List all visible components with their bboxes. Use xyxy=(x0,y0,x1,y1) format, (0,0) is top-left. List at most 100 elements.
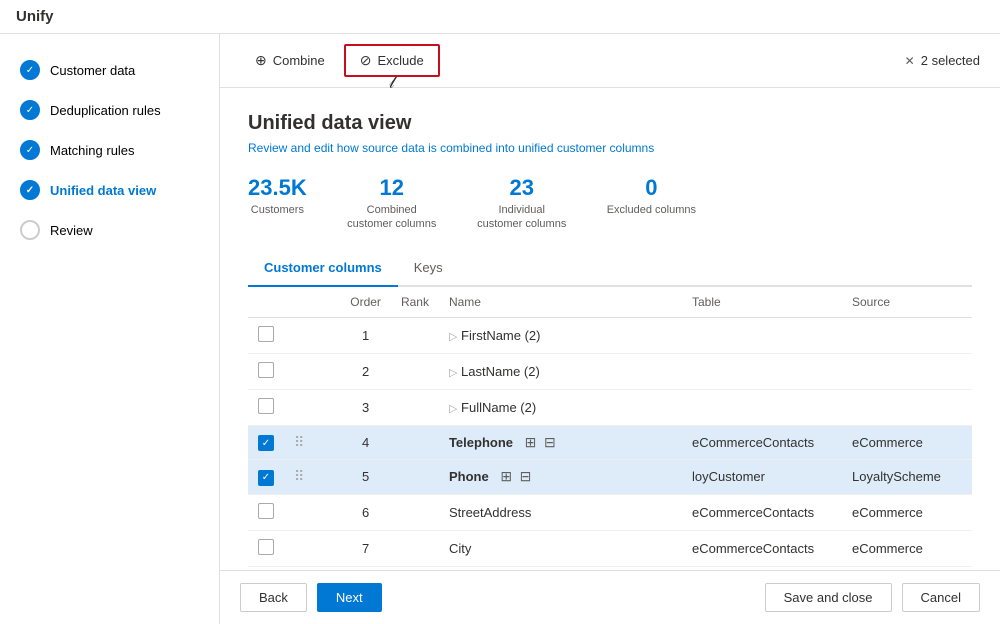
sidebar-item-unified-data-view[interactable]: ✓ Unified data view xyxy=(0,170,219,210)
th-table: Table xyxy=(682,287,842,318)
th-order: Order xyxy=(340,287,391,318)
row-checkbox-5[interactable]: ✓ xyxy=(248,460,284,495)
stat-combined-columns: 12 Combined customer columns xyxy=(347,175,437,232)
sidebar: ✓ Customer data ✓ Deduplication rules ✓ … xyxy=(0,34,220,624)
table-row[interactable]: 7 City eCommerceContacts eCommerce xyxy=(248,530,972,566)
row-table-5: loyCustomer xyxy=(682,460,842,495)
stat-combined-label: Combined customer columns xyxy=(347,203,437,232)
th-drag xyxy=(284,287,340,318)
name-text-3: FullName (2) xyxy=(461,400,536,415)
name-text-2: LastName (2) xyxy=(461,364,540,379)
exclude-button[interactable]: ⊘ Exclude 𝓁 xyxy=(344,44,440,77)
th-source: Source xyxy=(842,287,972,318)
row-drag-2 xyxy=(284,353,340,389)
expand-icon-1[interactable]: ▷ xyxy=(449,331,457,343)
row-rank-7 xyxy=(391,530,439,566)
stat-excluded-columns: 0 Excluded columns xyxy=(607,175,696,232)
checkbox-icon-2 xyxy=(258,362,274,378)
row-name-2: ▷ LastName (2) xyxy=(439,353,682,389)
row-table-4: eCommerceContacts xyxy=(682,425,842,460)
combine-button[interactable]: ⊕ Combine xyxy=(240,45,340,76)
row-table-7: eCommerceContacts xyxy=(682,530,842,566)
row-order-5: 5 xyxy=(340,460,391,495)
sidebar-item-review[interactable]: Review xyxy=(0,210,219,250)
stat-customers-label: Customers xyxy=(248,203,307,217)
name-text-5: Phone xyxy=(449,469,489,484)
checkbox-icon-1 xyxy=(258,326,274,342)
drag-handle-icon-5[interactable]: ⠿ xyxy=(294,468,304,484)
table-row[interactable]: 6 StreetAddress eCommerceContacts eComme… xyxy=(248,494,972,530)
row-name-6: StreetAddress xyxy=(439,494,682,530)
name-text-1: FirstName (2) xyxy=(461,328,540,343)
expand-icon-3[interactable]: ▷ xyxy=(449,403,457,415)
table-row[interactable]: 1 ▷ FirstName (2) xyxy=(248,317,972,353)
combine-icon: ⊕ xyxy=(255,52,267,69)
row-table-6: eCommerceContacts xyxy=(682,494,842,530)
sidebar-item-label-customer-data: Customer data xyxy=(50,63,135,78)
row-checkbox-1[interactable] xyxy=(248,317,284,353)
footer: Back Next Save and close Cancel xyxy=(220,570,1000,624)
sidebar-item-customer-data[interactable]: ✓ Customer data xyxy=(0,50,219,90)
row-order-1: 1 xyxy=(340,317,391,353)
row-source-2 xyxy=(842,353,972,389)
row-name-1: ▷ FirstName (2) xyxy=(439,317,682,353)
row-rank-3 xyxy=(391,389,439,425)
stat-individual-columns: 23 Individual customer columns xyxy=(477,175,567,232)
selected-count-label: 2 selected xyxy=(921,53,980,68)
row-name-3: ▷ FullName (2) xyxy=(439,389,682,425)
row-source-7: eCommerce xyxy=(842,530,972,566)
checkbox-icon-7 xyxy=(258,539,274,555)
row-checkbox-6[interactable] xyxy=(248,494,284,530)
data-table: Order Rank Name Table Source 1 xyxy=(248,287,972,570)
stat-excluded-value: 0 xyxy=(607,175,696,201)
tab-keys[interactable]: Keys xyxy=(398,252,459,287)
name-text-4: Telephone xyxy=(449,435,513,450)
row-drag-7 xyxy=(284,530,340,566)
combine-label: Combine xyxy=(273,53,325,68)
drag-handle-icon-4[interactable]: ⠿ xyxy=(294,434,304,450)
back-button[interactable]: Back xyxy=(240,583,307,612)
row-source-5: LoyaltyScheme xyxy=(842,460,972,495)
close-icon[interactable]: ✕ xyxy=(905,54,915,68)
save-and-close-button[interactable]: Save and close xyxy=(765,583,892,612)
checkbox-icon-5: ✓ xyxy=(258,470,274,486)
table-row[interactable]: ✓ ⠿ 4 Telephone ⊞ ⊟ eCommerceContacts eC… xyxy=(248,425,972,460)
cancel-button[interactable]: Cancel xyxy=(902,583,980,612)
toolbar: ⊕ Combine ⊘ Exclude 𝓁 ✕ 2 selected xyxy=(220,34,1000,88)
row-drag-4: ⠿ xyxy=(284,425,340,460)
sidebar-item-icon-review xyxy=(20,220,40,240)
table-row[interactable]: 3 ▷ FullName (2) xyxy=(248,389,972,425)
sidebar-item-label-deduplication: Deduplication rules xyxy=(50,103,161,118)
next-button[interactable]: Next xyxy=(317,583,382,612)
sidebar-item-icon-deduplication: ✓ xyxy=(20,100,40,120)
row-checkbox-4[interactable]: ✓ xyxy=(248,425,284,460)
row-checkbox-3[interactable] xyxy=(248,389,284,425)
row-order-7: 7 xyxy=(340,530,391,566)
row-order-3: 3 xyxy=(340,389,391,425)
row-rank-2 xyxy=(391,353,439,389)
stats-row: 23.5K Customers 12 Combined customer col… xyxy=(248,175,972,232)
row-checkbox-7[interactable] xyxy=(248,530,284,566)
sidebar-item-label-unified: Unified data view xyxy=(50,183,156,198)
sidebar-item-deduplication-rules[interactable]: ✓ Deduplication rules xyxy=(0,90,219,130)
row-checkbox-2[interactable] xyxy=(248,353,284,389)
table-row[interactable]: ✓ ⠿ 5 Phone ⊞ ⊟ loyCustomer LoyaltySchem… xyxy=(248,460,972,495)
sidebar-item-matching-rules[interactable]: ✓ Matching rules xyxy=(0,130,219,170)
stat-individual-value: 23 xyxy=(477,175,567,201)
sidebar-item-icon-unified: ✓ xyxy=(20,180,40,200)
row-table-3 xyxy=(682,389,842,425)
stat-combined-value: 12 xyxy=(347,175,437,201)
checkbox-icon-3 xyxy=(258,398,274,414)
row-rank-1 xyxy=(391,317,439,353)
row-drag-5: ⠿ xyxy=(284,460,340,495)
expand-icon-2[interactable]: ▷ xyxy=(449,367,457,379)
row-order-4: 4 xyxy=(340,425,391,460)
row-table-1 xyxy=(682,317,842,353)
checkbox-icon-6 xyxy=(258,503,274,519)
top-bar: Unify xyxy=(0,0,1000,34)
table-row[interactable]: 2 ▷ LastName (2) xyxy=(248,353,972,389)
table-icon-4: ⊞ xyxy=(525,434,537,450)
tab-customer-columns[interactable]: Customer columns xyxy=(248,252,398,287)
row-rank-5 xyxy=(391,460,439,495)
stat-customers-value: 23.5K xyxy=(248,175,307,201)
